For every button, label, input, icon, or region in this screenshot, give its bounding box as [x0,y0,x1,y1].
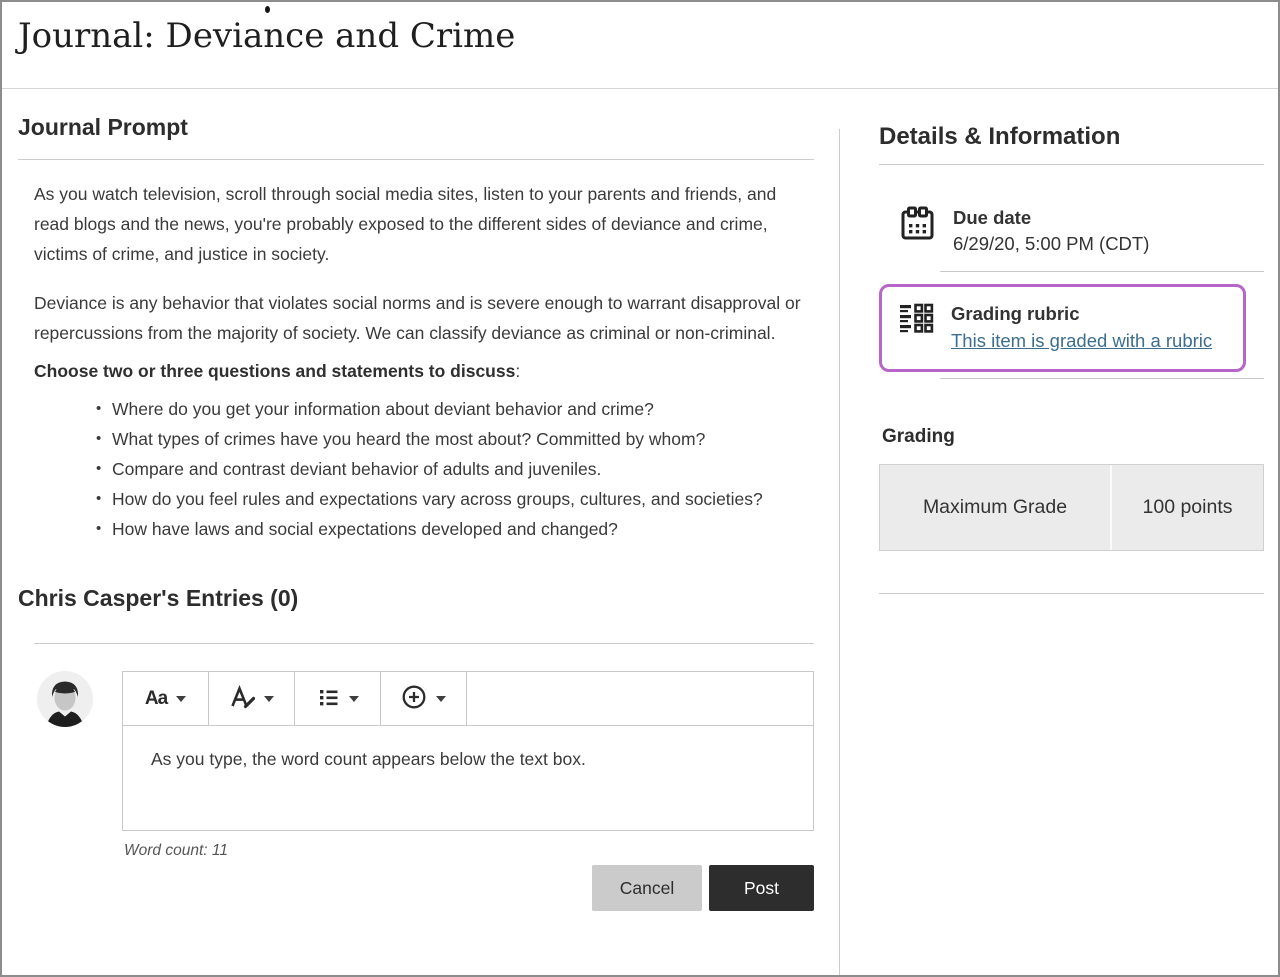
divider [34,643,814,644]
journal-prompt-body: As you watch television, scroll through … [18,179,814,544]
due-date-label: Due date [953,205,1149,231]
page-header: Journal: Deviance and Crime [2,2,1278,89]
prompt-instruction: Choose two or three questions and statem… [34,356,814,386]
insert-content-button[interactable] [381,672,467,725]
grading-rubric-box: Grading rubric This item is graded with … [879,284,1246,372]
word-count-label: Word count: 11 [124,842,814,860]
entries-heading: Chris Casper's Entries (0) [18,584,814,613]
max-grade-value-cell: 100 points [1112,465,1263,550]
prompt-paragraph: As you watch television, scroll through … [34,179,814,269]
list-item: What types of crimes have you heard the … [96,424,814,454]
prompt-paragraph: Deviance is any behavior that violates s… [34,288,814,348]
divider [879,593,1264,594]
details-heading: Details & Information [879,122,1264,151]
grading-table: Maximum Grade 100 points [879,464,1264,551]
avatar-photo [37,671,93,727]
entry-text-area[interactable]: As you type, the word count appears belo… [122,726,814,831]
list-item: How do you feel rules and expectations v… [96,484,814,514]
column-divider [839,129,840,975]
due-date-row: Due date 6/29/20, 5:00 PM (CDT) [899,205,1264,257]
rubric-link[interactable]: This item is graded with a rubric [951,330,1212,351]
prompt-instruction-bold: Choose two or three questions and statem… [34,361,515,381]
rubric-text: Grading rubric This item is graded with … [951,301,1212,355]
details-sidebar: Details & Information Due date 6/29/20, … [879,89,1264,594]
entry-editor: Aa [122,671,814,911]
editor-toolbar: Aa [122,671,814,726]
text-format-button[interactable] [209,672,295,725]
due-date-text: Due date 6/29/20, 5:00 PM (CDT) [953,205,1149,257]
list-item: Compare and contrast deviant behavior of… [96,454,814,484]
divider [940,378,1264,379]
prompt-instruction-colon: : [515,361,520,381]
toolbar-filler [467,672,813,725]
list-button[interactable] [295,672,381,725]
text-style-button[interactable]: Aa [123,672,209,725]
text-format-icon [230,685,255,712]
max-grade-label-cell: Maximum Grade [880,465,1112,550]
list-item: Where do you get your information about … [96,394,814,424]
editor-actions: Cancel Post [122,865,814,911]
rubric-label: Grading rubric [951,301,1212,327]
cancel-button[interactable]: Cancel [592,865,702,911]
chevron-down-icon [176,696,186,702]
insert-plus-icon [401,684,427,713]
due-date-value: 6/29/20, 5:00 PM (CDT) [953,231,1149,257]
grading-heading: Grading [882,426,1264,448]
entry-editor-row: Aa [18,671,814,911]
journal-main: Journal Prompt As you watch television, … [18,89,814,911]
page-title: Journal: Deviance and Crime [2,2,1278,58]
chevron-down-icon [349,696,359,702]
prompt-question-list: Where do you get your information about … [34,394,814,544]
calendar-icon [899,205,936,257]
divider [879,164,1264,165]
list-icon [317,686,340,712]
divider [940,271,1264,272]
divider [18,159,814,160]
post-button[interactable]: Post [709,865,814,911]
list-item: How have laws and social expectations de… [96,514,814,544]
rubric-icon [899,301,934,355]
chevron-down-icon [264,696,274,702]
chevron-down-icon [436,696,446,702]
avatar [37,671,93,727]
text-style-icon: Aa [145,688,167,710]
journal-page: Journal: Deviance and Crime Journal Prom… [0,0,1280,977]
journal-prompt-heading: Journal Prompt [18,113,814,142]
